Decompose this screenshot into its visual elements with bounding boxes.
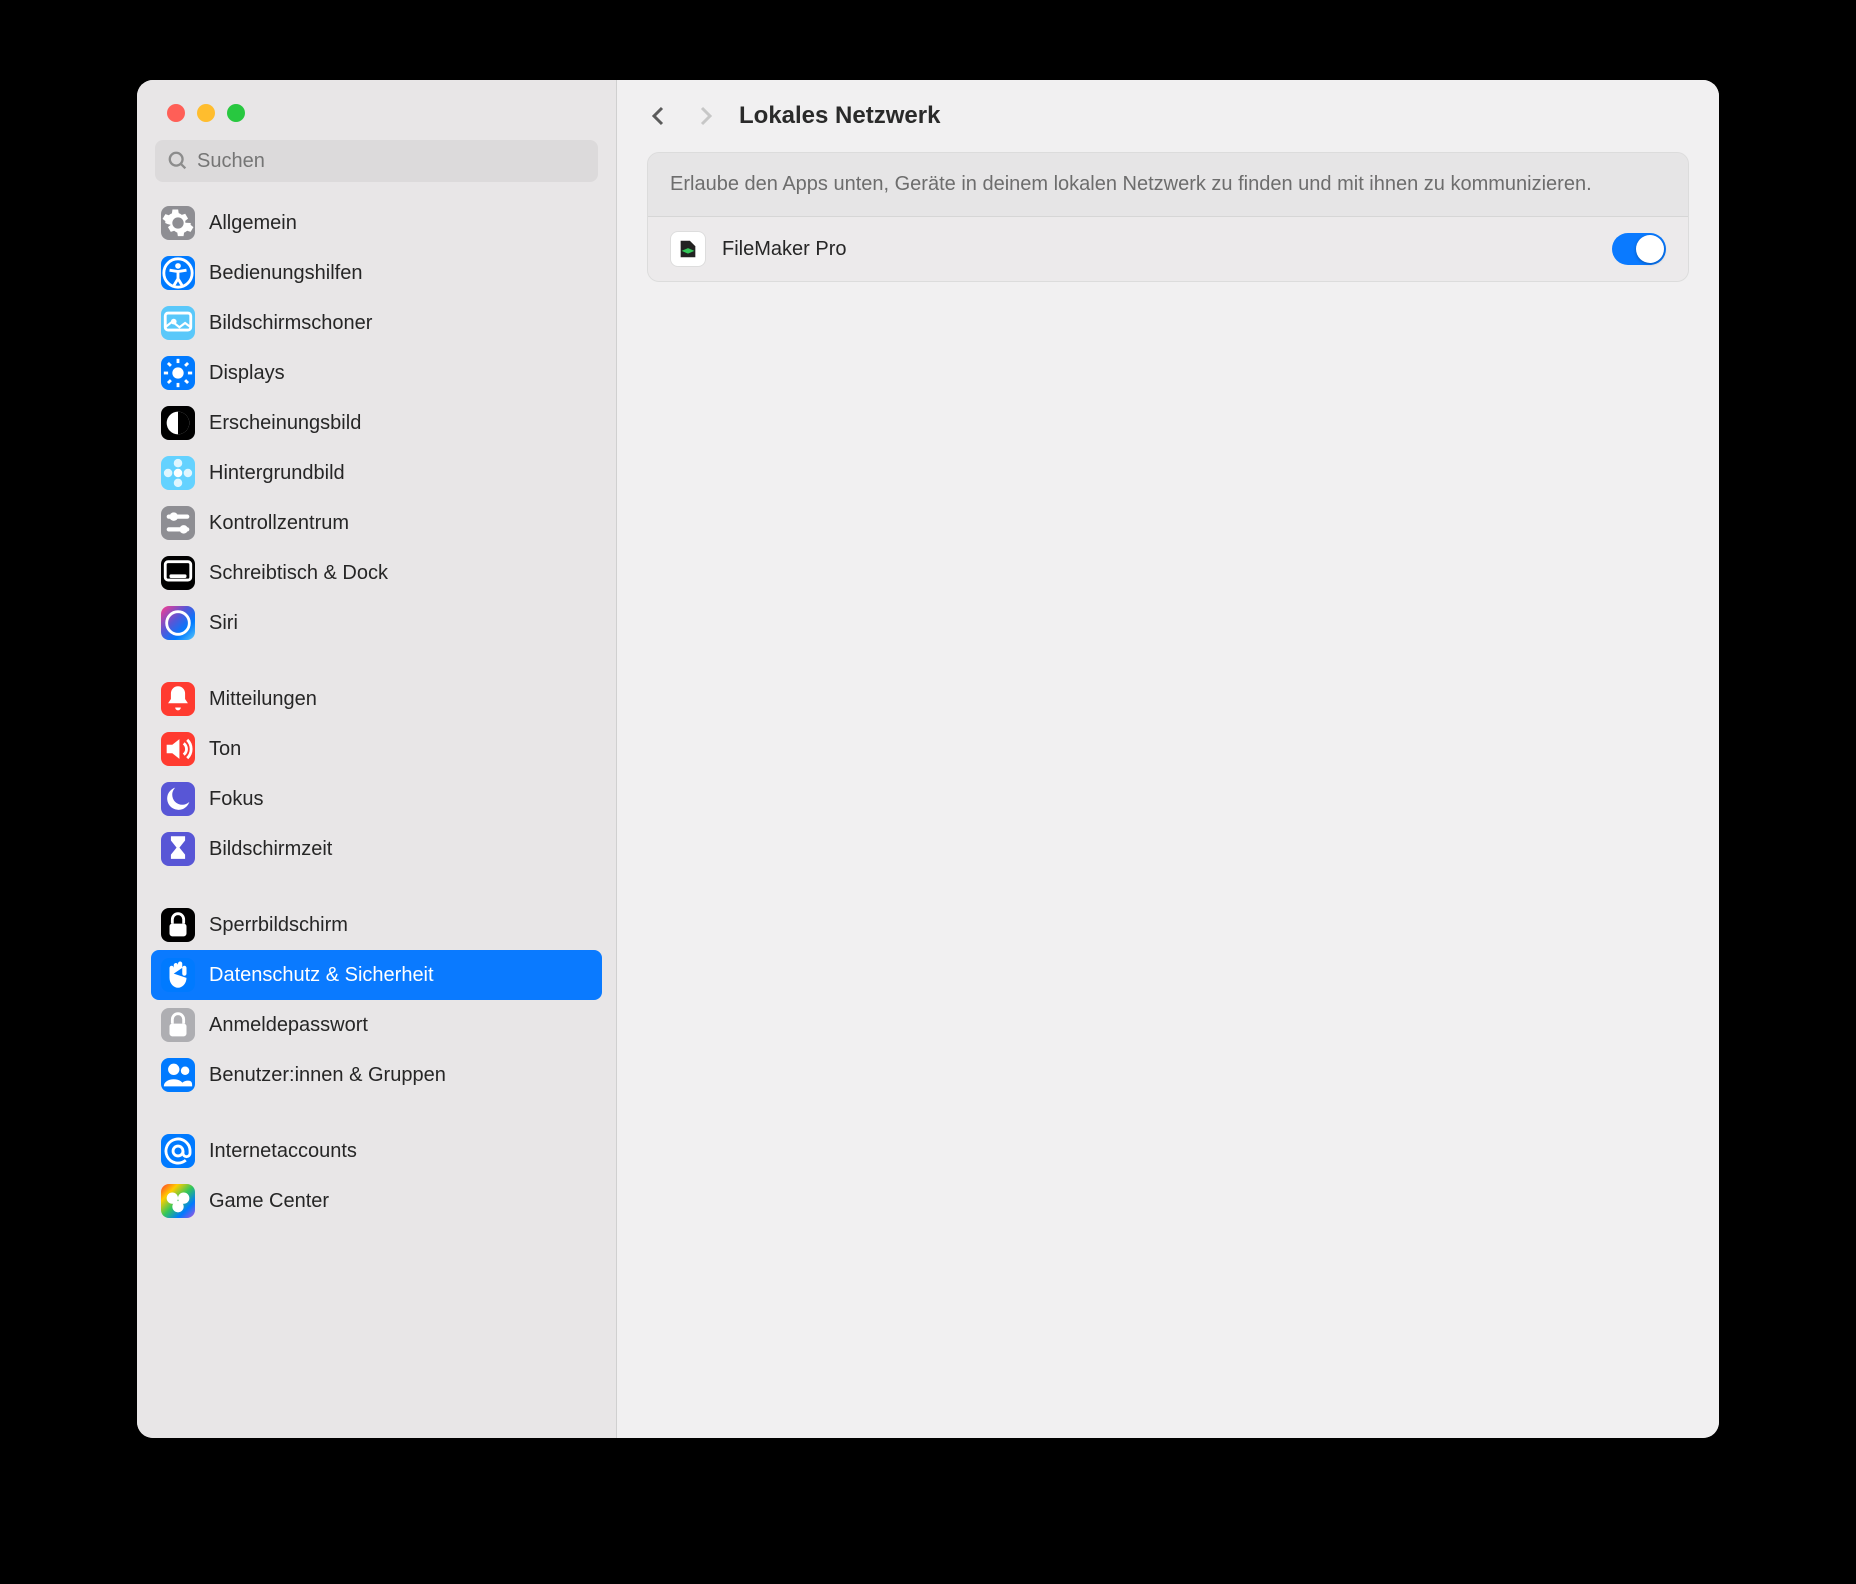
sidebar-item-mitteilungen[interactable]: Mitteilungen <box>151 674 602 724</box>
sidebar-item-label: Erscheinungsbild <box>209 412 361 435</box>
sidebar-item-kontrollzentrum[interactable]: Kontrollzentrum <box>151 498 602 548</box>
lock-icon <box>161 908 195 942</box>
sidebar-item-displays[interactable]: Displays <box>151 348 602 398</box>
sidebar-item-benutzer-gruppen[interactable]: Benutzer:innen & Gruppen <box>151 1050 602 1100</box>
sidebar-item-bildschirmschoner[interactable]: Bildschirmschoner <box>151 298 602 348</box>
bell-icon <box>161 682 195 716</box>
sidebar-item-label: Allgemein <box>209 212 297 235</box>
sidebar-item-label: Bedienungshilfen <box>209 262 362 285</box>
flower-icon <box>161 456 195 490</box>
at-icon <box>161 1134 195 1168</box>
app-name-label: FileMaker Pro <box>722 238 1596 261</box>
sidebar-item-sperrbildschirm[interactable]: Sperrbildschirm <box>151 900 602 950</box>
sidebar-item-bildschirmzeit[interactable]: Bildschirmzeit <box>151 824 602 874</box>
content-pane: Lokales Netzwerk Erlaube den Apps unten,… <box>617 80 1719 1438</box>
search-icon <box>167 150 189 172</box>
sidebar-item-allgemein[interactable]: Allgemein <box>151 198 602 248</box>
page-title: Lokales Netzwerk <box>739 102 940 130</box>
maximize-window-button[interactable] <box>227 104 245 122</box>
minimize-window-button[interactable] <box>197 104 215 122</box>
sidebar-item-label: Game Center <box>209 1190 329 1213</box>
sidebar-item-schreibtisch-dock[interactable]: Schreibtisch & Dock <box>151 548 602 598</box>
sidebar-item-erscheinungsbild[interactable]: Erscheinungsbild <box>151 398 602 448</box>
sidebar-item-fokus[interactable]: Fokus <box>151 774 602 824</box>
sidebar-item-label: Internetaccounts <box>209 1140 357 1163</box>
back-button[interactable] <box>647 104 671 128</box>
sidebar-item-label: Schreibtisch & Dock <box>209 562 388 585</box>
search-container <box>137 140 616 198</box>
hourglass-icon <box>161 832 195 866</box>
sidebar-item-label: Hintergrundbild <box>209 462 345 485</box>
sliders-icon <box>161 506 195 540</box>
search-input[interactable] <box>155 140 598 182</box>
users-icon <box>161 1058 195 1092</box>
appearance-icon <box>161 406 195 440</box>
sidebar-item-game-center[interactable]: Game Center <box>151 1176 602 1226</box>
sidebar: Allgemein Bedienungshilfen Bildschirmschon… <box>137 80 617 1438</box>
sidebar-item-siri[interactable]: Siri <box>151 598 602 648</box>
sidebar-item-ton[interactable]: Ton <box>151 724 602 774</box>
sidebar-item-bedienungshilfen[interactable]: Bedienungshilfen <box>151 248 602 298</box>
game-icon <box>161 1184 195 1218</box>
sidebar-item-label: Ton <box>209 738 241 761</box>
hand-icon <box>161 958 195 992</box>
moon-icon <box>161 782 195 816</box>
speaker-icon <box>161 732 195 766</box>
sidebar-item-label: Anmeldepasswort <box>209 1014 368 1037</box>
permissions-description: Erlaube den Apps unten, Geräte in deinem… <box>648 153 1688 217</box>
gear-icon <box>161 206 195 240</box>
sidebar-group-separator <box>151 1100 602 1126</box>
sidebar-item-label: Siri <box>209 612 238 635</box>
dock-icon <box>161 556 195 590</box>
app-row-filemaker: FileMaker Pro <box>648 217 1688 281</box>
window-controls <box>137 80 616 140</box>
sidebar-group-separator <box>151 874 602 900</box>
sidebar-item-label: Bildschirmschoner <box>209 312 372 335</box>
sidebar-item-label: Fokus <box>209 788 263 811</box>
sidebar-item-label: Mitteilungen <box>209 688 317 711</box>
settings-window: Allgemein Bedienungshilfen Bildschirmschon… <box>137 80 1719 1438</box>
sidebar-item-hintergrundbild[interactable]: Hintergrundbild <box>151 448 602 498</box>
accessibility-icon <box>161 256 195 290</box>
sidebar-item-label: Kontrollzentrum <box>209 512 349 535</box>
permissions-card: Erlaube den Apps unten, Geräte in deinem… <box>647 152 1689 282</box>
sun-icon <box>161 356 195 390</box>
sidebar-nav: Allgemein Bedienungshilfen Bildschirmschon… <box>137 198 616 1438</box>
screensaver-icon <box>161 306 195 340</box>
sidebar-item-label: Bildschirmzeit <box>209 838 332 861</box>
sidebar-item-anmeldepasswort[interactable]: Anmeldepasswort <box>151 1000 602 1050</box>
sidebar-group-separator <box>151 648 602 674</box>
sidebar-item-label: Benutzer:innen & Gruppen <box>209 1064 446 1087</box>
sidebar-item-label: Datenschutz & Sicherheit <box>209 964 434 987</box>
content-body: Erlaube den Apps unten, Geräte in deinem… <box>617 152 1719 282</box>
content-header: Lokales Netzwerk <box>617 80 1719 152</box>
forward-button[interactable] <box>693 104 717 128</box>
sidebar-item-label: Sperrbildschirm <box>209 914 348 937</box>
filemaker-app-icon <box>670 231 706 267</box>
siri-icon <box>161 606 195 640</box>
sidebar-item-datenschutz-sicherheit[interactable]: Datenschutz & Sicherheit <box>151 950 602 1000</box>
sidebar-item-internetaccounts[interactable]: Internetaccounts <box>151 1126 602 1176</box>
close-window-button[interactable] <box>167 104 185 122</box>
padlock-icon <box>161 1008 195 1042</box>
permission-toggle[interactable] <box>1612 233 1666 265</box>
sidebar-item-label: Displays <box>209 362 285 385</box>
